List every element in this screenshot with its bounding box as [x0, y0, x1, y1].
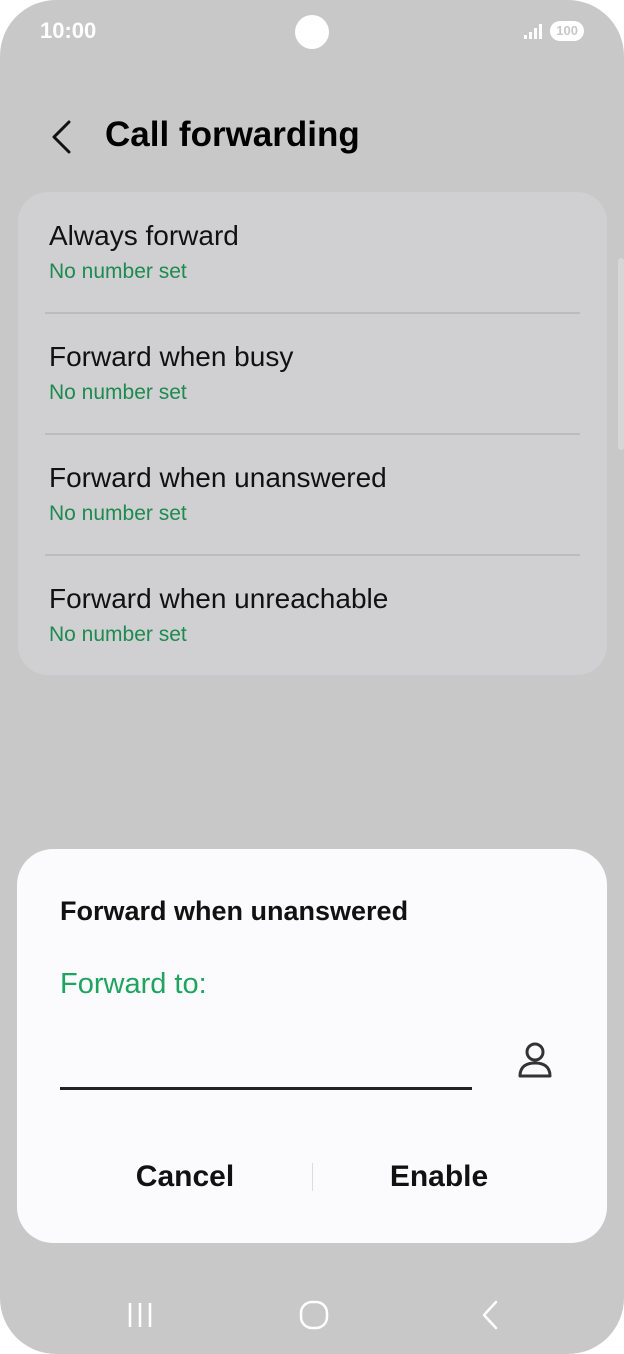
enable-button[interactable]: Enable	[331, 1151, 547, 1203]
person-icon	[518, 1042, 552, 1078]
camera-cutout	[295, 15, 329, 49]
scrollbar[interactable]	[618, 258, 624, 450]
forward-dialog: Forward when unanswered Forward to: Canc…	[17, 849, 607, 1243]
home-button[interactable]	[284, 1288, 344, 1342]
list-item-always-forward[interactable]: Always forward No number set	[45, 192, 580, 313]
home-icon	[299, 1300, 329, 1330]
forward-number-input[interactable]	[60, 1024, 472, 1090]
forwarding-options-card: Always forward No number set Forward whe…	[18, 192, 607, 675]
status-icons: 100	[524, 21, 584, 41]
button-separator	[312, 1163, 313, 1191]
page-title: Call forwarding	[105, 115, 360, 154]
list-item-title: Always forward	[49, 220, 239, 251]
battery-icon: 100	[550, 21, 584, 41]
cancel-button[interactable]: Cancel	[77, 1151, 293, 1203]
recents-icon	[128, 1303, 152, 1327]
back-button[interactable]	[40, 112, 84, 162]
chevron-left-icon	[52, 120, 71, 154]
navigation-bar	[0, 1288, 624, 1342]
list-item-title: Forward when busy	[49, 341, 294, 372]
status-time: 10:00	[40, 18, 97, 43]
back-icon	[482, 1300, 498, 1330]
forward-to-label: Forward to:	[60, 968, 207, 1000]
list-item-title: Forward when unanswered	[49, 462, 387, 493]
list-item-subtitle: No number set	[49, 623, 187, 646]
list-item-title: Forward when unreachable	[49, 583, 389, 614]
list-item-forward-when-unreachable[interactable]: Forward when unreachable No number set	[45, 555, 580, 676]
nav-back-button[interactable]	[460, 1288, 520, 1342]
list-item-subtitle: No number set	[49, 381, 187, 404]
dialog-title: Forward when unanswered	[60, 896, 409, 926]
contact-picker-button[interactable]	[515, 1040, 555, 1084]
signal-icon	[524, 23, 543, 39]
list-item-subtitle: No number set	[49, 502, 187, 525]
list-item-forward-when-busy[interactable]: Forward when busy No number set	[45, 313, 580, 434]
list-item-forward-when-unanswered[interactable]: Forward when unanswered No number set	[45, 434, 580, 555]
recents-button[interactable]	[110, 1288, 170, 1342]
phone-screen: 10:00 100 Call forwarding Always forward…	[0, 0, 624, 1354]
list-item-subtitle: No number set	[49, 260, 187, 283]
